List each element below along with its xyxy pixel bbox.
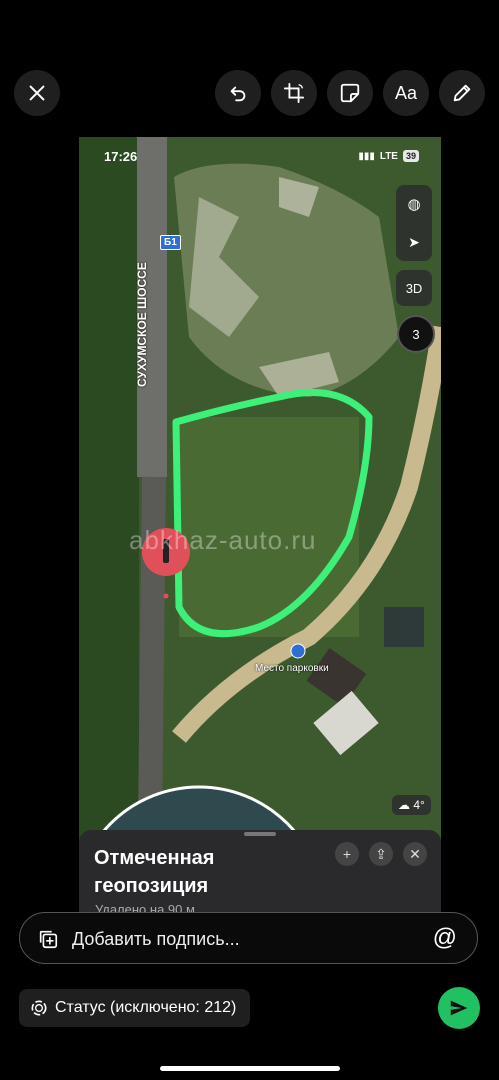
network-label: LTE	[379, 150, 398, 162]
status-privacy-button[interactable]: Статус (исключено: 212)	[19, 989, 251, 1027]
location-arrow-icon: ➤	[408, 233, 420, 250]
send-icon	[450, 1000, 468, 1016]
caption-input[interactable]: Добавить подпись... @	[19, 912, 478, 964]
plus-icon: +	[335, 842, 359, 866]
text-button[interactable]: Aa	[383, 70, 429, 116]
mention-button[interactable]: @	[433, 924, 457, 952]
close-button[interactable]	[14, 70, 60, 116]
weather-temp: 4°	[413, 798, 425, 812]
add-media-icon	[39, 930, 58, 949]
map-controls: ◍ ➤	[396, 185, 432, 261]
status-time: 17:26	[104, 149, 138, 164]
status-ring-icon	[31, 1000, 47, 1016]
battery-level: 39	[402, 150, 419, 162]
draw-button[interactable]	[439, 70, 485, 116]
undo-icon	[230, 86, 246, 102]
attached-photo[interactable]: 17:26 ▮▮▮ LTE 39 ◍ ➤ 3D 3 Б1 СУХУМСКОЕ Ш…	[79, 137, 441, 912]
undo-button[interactable]	[215, 70, 261, 116]
road-name-label: СУХУМСКОЕ ШОССЕ	[135, 262, 149, 387]
parking-label: Место парковки	[255, 663, 329, 674]
globe-icon: ◍	[407, 196, 421, 213]
close-icon: ✕	[403, 842, 427, 866]
signal-icon: ▮▮▮	[358, 150, 375, 162]
sheet-title: Отмеченная геопозиция	[94, 847, 215, 897]
place-sheet: Отмеченная геопозиция Удалено на 90 м + …	[79, 830, 441, 912]
watermark: abkhaz-auto.ru	[129, 525, 317, 555]
text-tool-label: Aa	[394, 82, 418, 103]
crop-icon	[283, 82, 305, 104]
status-label: Статус (исключено: 212)	[55, 999, 237, 1016]
sticker-icon	[340, 83, 360, 103]
share-icon: ⇪	[369, 842, 393, 866]
cloud-icon: ☁	[398, 798, 410, 812]
sheet-handle	[244, 832, 276, 836]
sticker-button[interactable]	[327, 70, 373, 116]
weather-badge: ☁ 4°	[392, 795, 431, 815]
sheet-subtitle: Удалено на 90 м	[95, 902, 195, 912]
compass: 3	[397, 315, 435, 353]
close-icon	[29, 85, 45, 101]
send-button[interactable]	[438, 987, 480, 1029]
phone-status-bar: 17:26 ▮▮▮ LTE 39	[79, 149, 441, 167]
caption-placeholder: Добавить подпись...	[72, 929, 240, 949]
home-indicator	[160, 1066, 340, 1071]
pencil-icon	[453, 84, 471, 102]
crop-rotate-button[interactable]	[271, 70, 317, 116]
map-3d-toggle: 3D	[396, 270, 432, 306]
